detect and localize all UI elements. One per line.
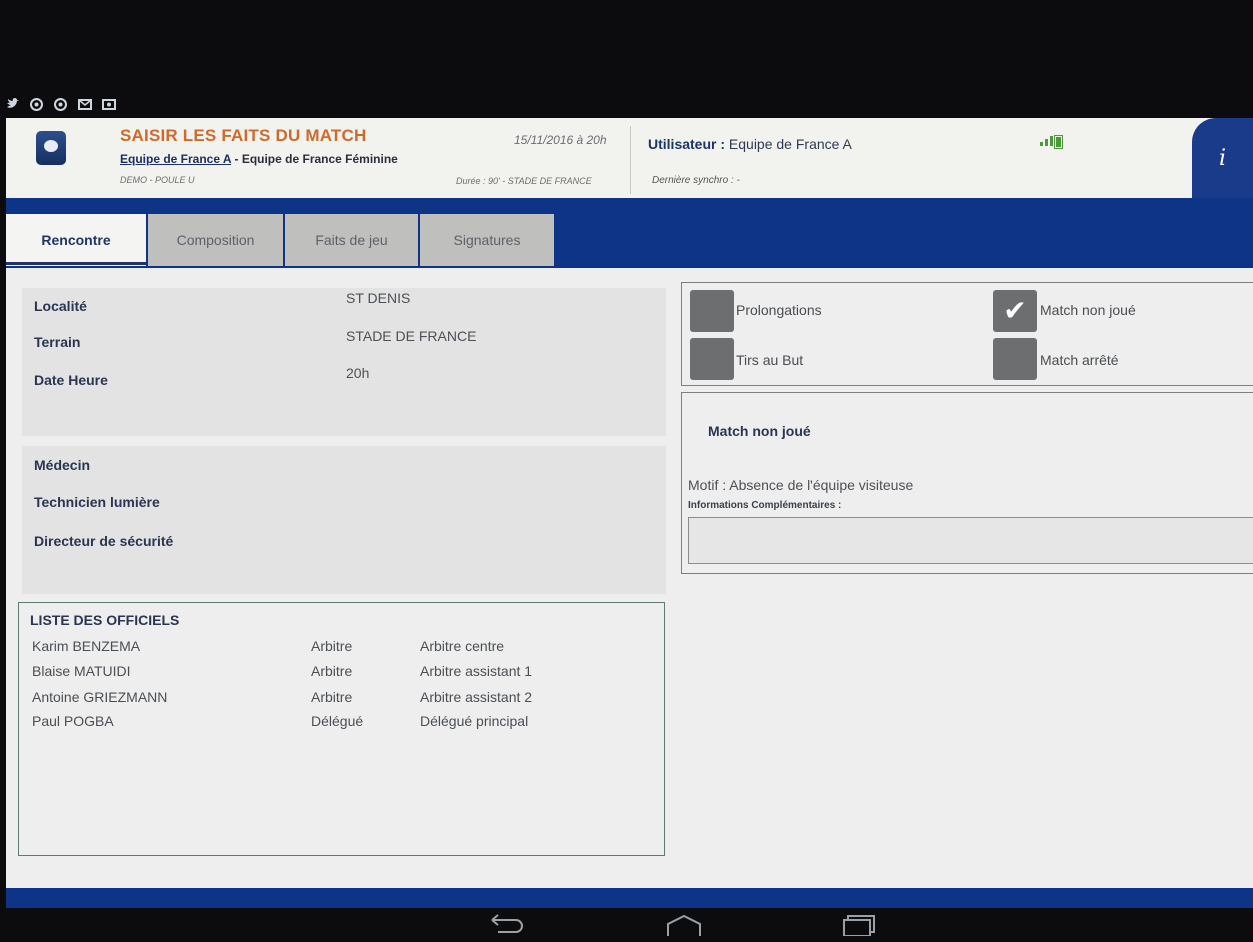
official-name: Blaise MATUIDI [32, 663, 131, 679]
signal-icon [1040, 136, 1053, 146]
chrome-icon [54, 98, 68, 111]
terrain-value: STADE DE FRANCE [346, 328, 477, 344]
non-joue-title: Match non joué [708, 423, 811, 439]
official-position: Arbitre assistant 2 [420, 689, 533, 705]
official-name: Antoine GRIEZMANN [32, 689, 168, 705]
tab-faits-de-jeu[interactable]: Faits de jeu [285, 214, 418, 266]
chrome-icon [30, 98, 44, 111]
mail-icon [78, 98, 92, 110]
localite-label: Localité [34, 298, 87, 314]
user-value: Equipe de France A [728, 136, 852, 152]
official-role: Délégué [311, 713, 364, 729]
medecin-label: Médecin [34, 457, 91, 473]
image-icon [102, 98, 116, 110]
official-role: Arbitre [311, 663, 353, 679]
terrain-label: Terrain [34, 334, 81, 350]
match-non-joue-checkbox[interactable]: ✔ [993, 290, 1037, 332]
away-team: Equipe de France Féminine [241, 152, 398, 166]
checkmark-icon: ✔ [1003, 295, 1027, 326]
team-separator: - [231, 152, 242, 166]
officials-title: LISTE DES OFFICIELS [30, 612, 180, 628]
date-heure-label: Date Heure [34, 372, 108, 388]
match-teams: Equipe de France A - Equipe de France Fé… [120, 152, 398, 166]
match-options-panel [681, 282, 1253, 386]
staff-panel [22, 446, 666, 594]
info-icon[interactable]: i [1192, 118, 1253, 198]
date-heure-value: 20h [346, 365, 370, 381]
twitter-icon [6, 98, 20, 110]
motif-text: Motif : Absence de l'équipe visiteuse [688, 477, 914, 493]
info-complementaires-field[interactable] [688, 517, 1253, 564]
match-arrete-checkbox[interactable] [993, 338, 1037, 380]
official-position: Arbitre centre [420, 638, 505, 654]
header-divider [630, 126, 631, 194]
match-info-panel [22, 288, 666, 436]
match-datetime: 15/11/2016 à 20h [514, 133, 607, 147]
duration-venue: Durée : 90' - STADE DE FRANCE [456, 176, 592, 186]
tirs-au-but-checkbox[interactable] [690, 338, 734, 380]
official-name: Paul POGBA [32, 713, 114, 729]
match-arrete-label: Match arrêté [1040, 352, 1119, 368]
tirs-au-but-label: Tirs au But [736, 352, 804, 368]
directeur-label: Directeur de sécurité [34, 533, 174, 549]
tab-rencontre[interactable]: Rencontre [6, 214, 146, 266]
fff-logo [36, 131, 66, 165]
competition-label: DEMO - POULE U [120, 175, 195, 185]
active-tab-indicator [6, 262, 146, 265]
match-non-joue-label: Match non joué [1040, 302, 1136, 318]
last-sync: Dernière synchro : - [652, 175, 740, 186]
back-icon[interactable] [488, 914, 524, 940]
page-title: SAISIR LES FAITS DU MATCH [120, 126, 367, 145]
footer-bar [6, 888, 1253, 908]
home-team[interactable]: Equipe de France A [120, 152, 231, 166]
official-role: Arbitre [311, 638, 353, 654]
status-bar-icons [6, 98, 116, 111]
prolongations-label: Prolongations [736, 302, 822, 318]
tab-composition[interactable]: Composition [148, 214, 283, 266]
battery-icon [1054, 135, 1063, 149]
official-position: Délégué principal [420, 713, 529, 729]
official-role: Arbitre [311, 689, 353, 705]
user-info: Utilisateur : Equipe de France A [648, 136, 852, 152]
info-complementaires-label: Informations Complémentaires : [688, 500, 842, 511]
localite-value: ST DENIS [346, 290, 411, 306]
user-label: Utilisateur : [648, 136, 726, 152]
official-position: Arbitre assistant 1 [420, 663, 533, 679]
prolongations-checkbox[interactable] [690, 290, 734, 332]
technicien-label: Technicien lumière [34, 494, 160, 510]
tab-signatures[interactable]: Signatures [420, 214, 554, 266]
official-name: Karim BENZEMA [32, 638, 141, 654]
